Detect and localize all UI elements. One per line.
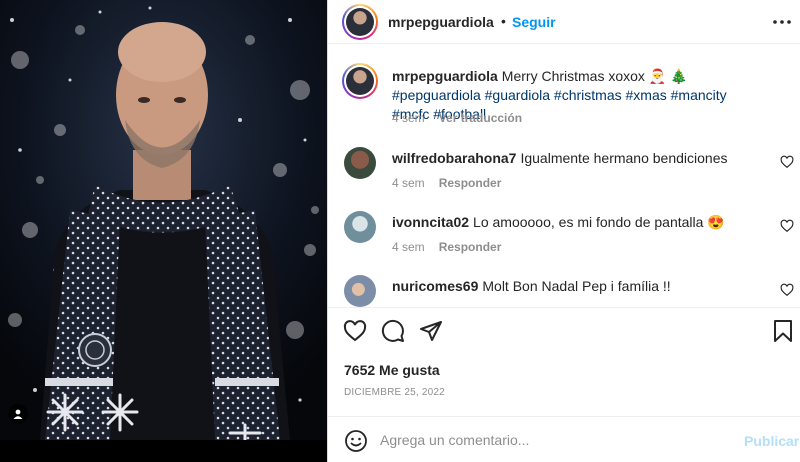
- post-details: mrpepguardiola • Seguir mrpepguardiola Me…: [327, 0, 800, 462]
- instagram-post: mrpepguardiola • Seguir mrpepguardiola Me…: [0, 0, 800, 462]
- author-avatar[interactable]: [342, 4, 378, 40]
- like-comment-heart-icon[interactable]: [780, 283, 794, 297]
- caption-avatar[interactable]: [342, 63, 378, 99]
- reply-button[interactable]: Responder: [439, 240, 502, 254]
- header-separator: •: [501, 13, 506, 29]
- commenter-avatar[interactable]: [344, 211, 376, 243]
- emoji-icon[interactable]: [344, 429, 368, 453]
- author-username[interactable]: mrpepguardiola: [388, 14, 494, 30]
- divider: [328, 307, 800, 308]
- comment-text: nuricomes69 Molt Bon Nadal Pep i família …: [392, 277, 762, 296]
- more-horizontal-icon[interactable]: [772, 12, 792, 32]
- comment-meta: 4 sem Responder: [392, 240, 515, 254]
- post-photo[interactable]: [0, 0, 327, 462]
- like-comment-heart-icon[interactable]: [780, 219, 794, 233]
- hashtag[interactable]: #pepguardiola: [392, 87, 481, 103]
- save-bookmark-icon[interactable]: [770, 318, 796, 344]
- share-paper-plane-icon[interactable]: [418, 318, 444, 344]
- comment-text: wilfredobarahona7 Igualmente hermano bend…: [392, 149, 762, 168]
- commenter-avatar[interactable]: [344, 275, 376, 307]
- post-image: [0, 0, 327, 440]
- publish-button[interactable]: Publicar: [744, 433, 799, 449]
- hashtag[interactable]: #xmas: [626, 87, 667, 103]
- hashtag[interactable]: #guardiola: [485, 87, 550, 103]
- likes-count[interactable]: 7652 Me gusta: [344, 362, 440, 378]
- like-comment-heart-icon[interactable]: [780, 155, 794, 169]
- reply-button[interactable]: Responder: [439, 176, 502, 190]
- caption-time: 4 sem: [392, 111, 425, 125]
- comment-username[interactable]: nuricomes69: [392, 278, 478, 294]
- commenter-avatar[interactable]: [344, 147, 376, 179]
- comment-message: Igualmente hermano bendiciones: [520, 150, 728, 166]
- post-date[interactable]: DICIEMBRE 25, 2022: [344, 387, 445, 398]
- comment-username[interactable]: wilfredobarahona7: [392, 150, 516, 166]
- comment-username[interactable]: ivonncita02: [392, 214, 469, 230]
- comments-list[interactable]: mrpepguardiola Merry Christmas xoxox 🎅 🎄 …: [328, 45, 800, 307]
- caption-username[interactable]: mrpepguardiola: [392, 68, 498, 84]
- comment-message: Lo amooooo, es mi fondo de pantalla 😍: [473, 214, 725, 230]
- post-actions: [328, 318, 800, 350]
- comment-text: ivonncita02 Lo amooooo, es mi fondo de pa…: [392, 213, 762, 232]
- follow-button[interactable]: Seguir: [512, 14, 556, 30]
- comment-meta: 4 sem Responder: [392, 176, 515, 190]
- comment-input[interactable]: [380, 429, 720, 451]
- comment-bubble-icon[interactable]: [380, 318, 406, 344]
- like-heart-icon[interactable]: [342, 318, 368, 344]
- hashtag[interactable]: #mancity: [671, 87, 727, 103]
- post-header: mrpepguardiola • Seguir: [328, 0, 800, 44]
- caption-meta: 4 sem Ver traducción: [392, 111, 536, 125]
- caption-message: Merry Christmas xoxox 🎅 🎄: [501, 68, 688, 84]
- hashtag[interactable]: #christmas: [554, 87, 622, 103]
- translate-button[interactable]: Ver traducción: [439, 111, 522, 125]
- comment-time: 4 sem: [392, 176, 425, 190]
- comment-message: Molt Bon Nadal Pep i família !!: [482, 278, 671, 294]
- comment-composer: Publicar: [328, 416, 800, 462]
- comment-time: 4 sem: [392, 240, 425, 254]
- tagged-user-icon[interactable]: [8, 404, 28, 424]
